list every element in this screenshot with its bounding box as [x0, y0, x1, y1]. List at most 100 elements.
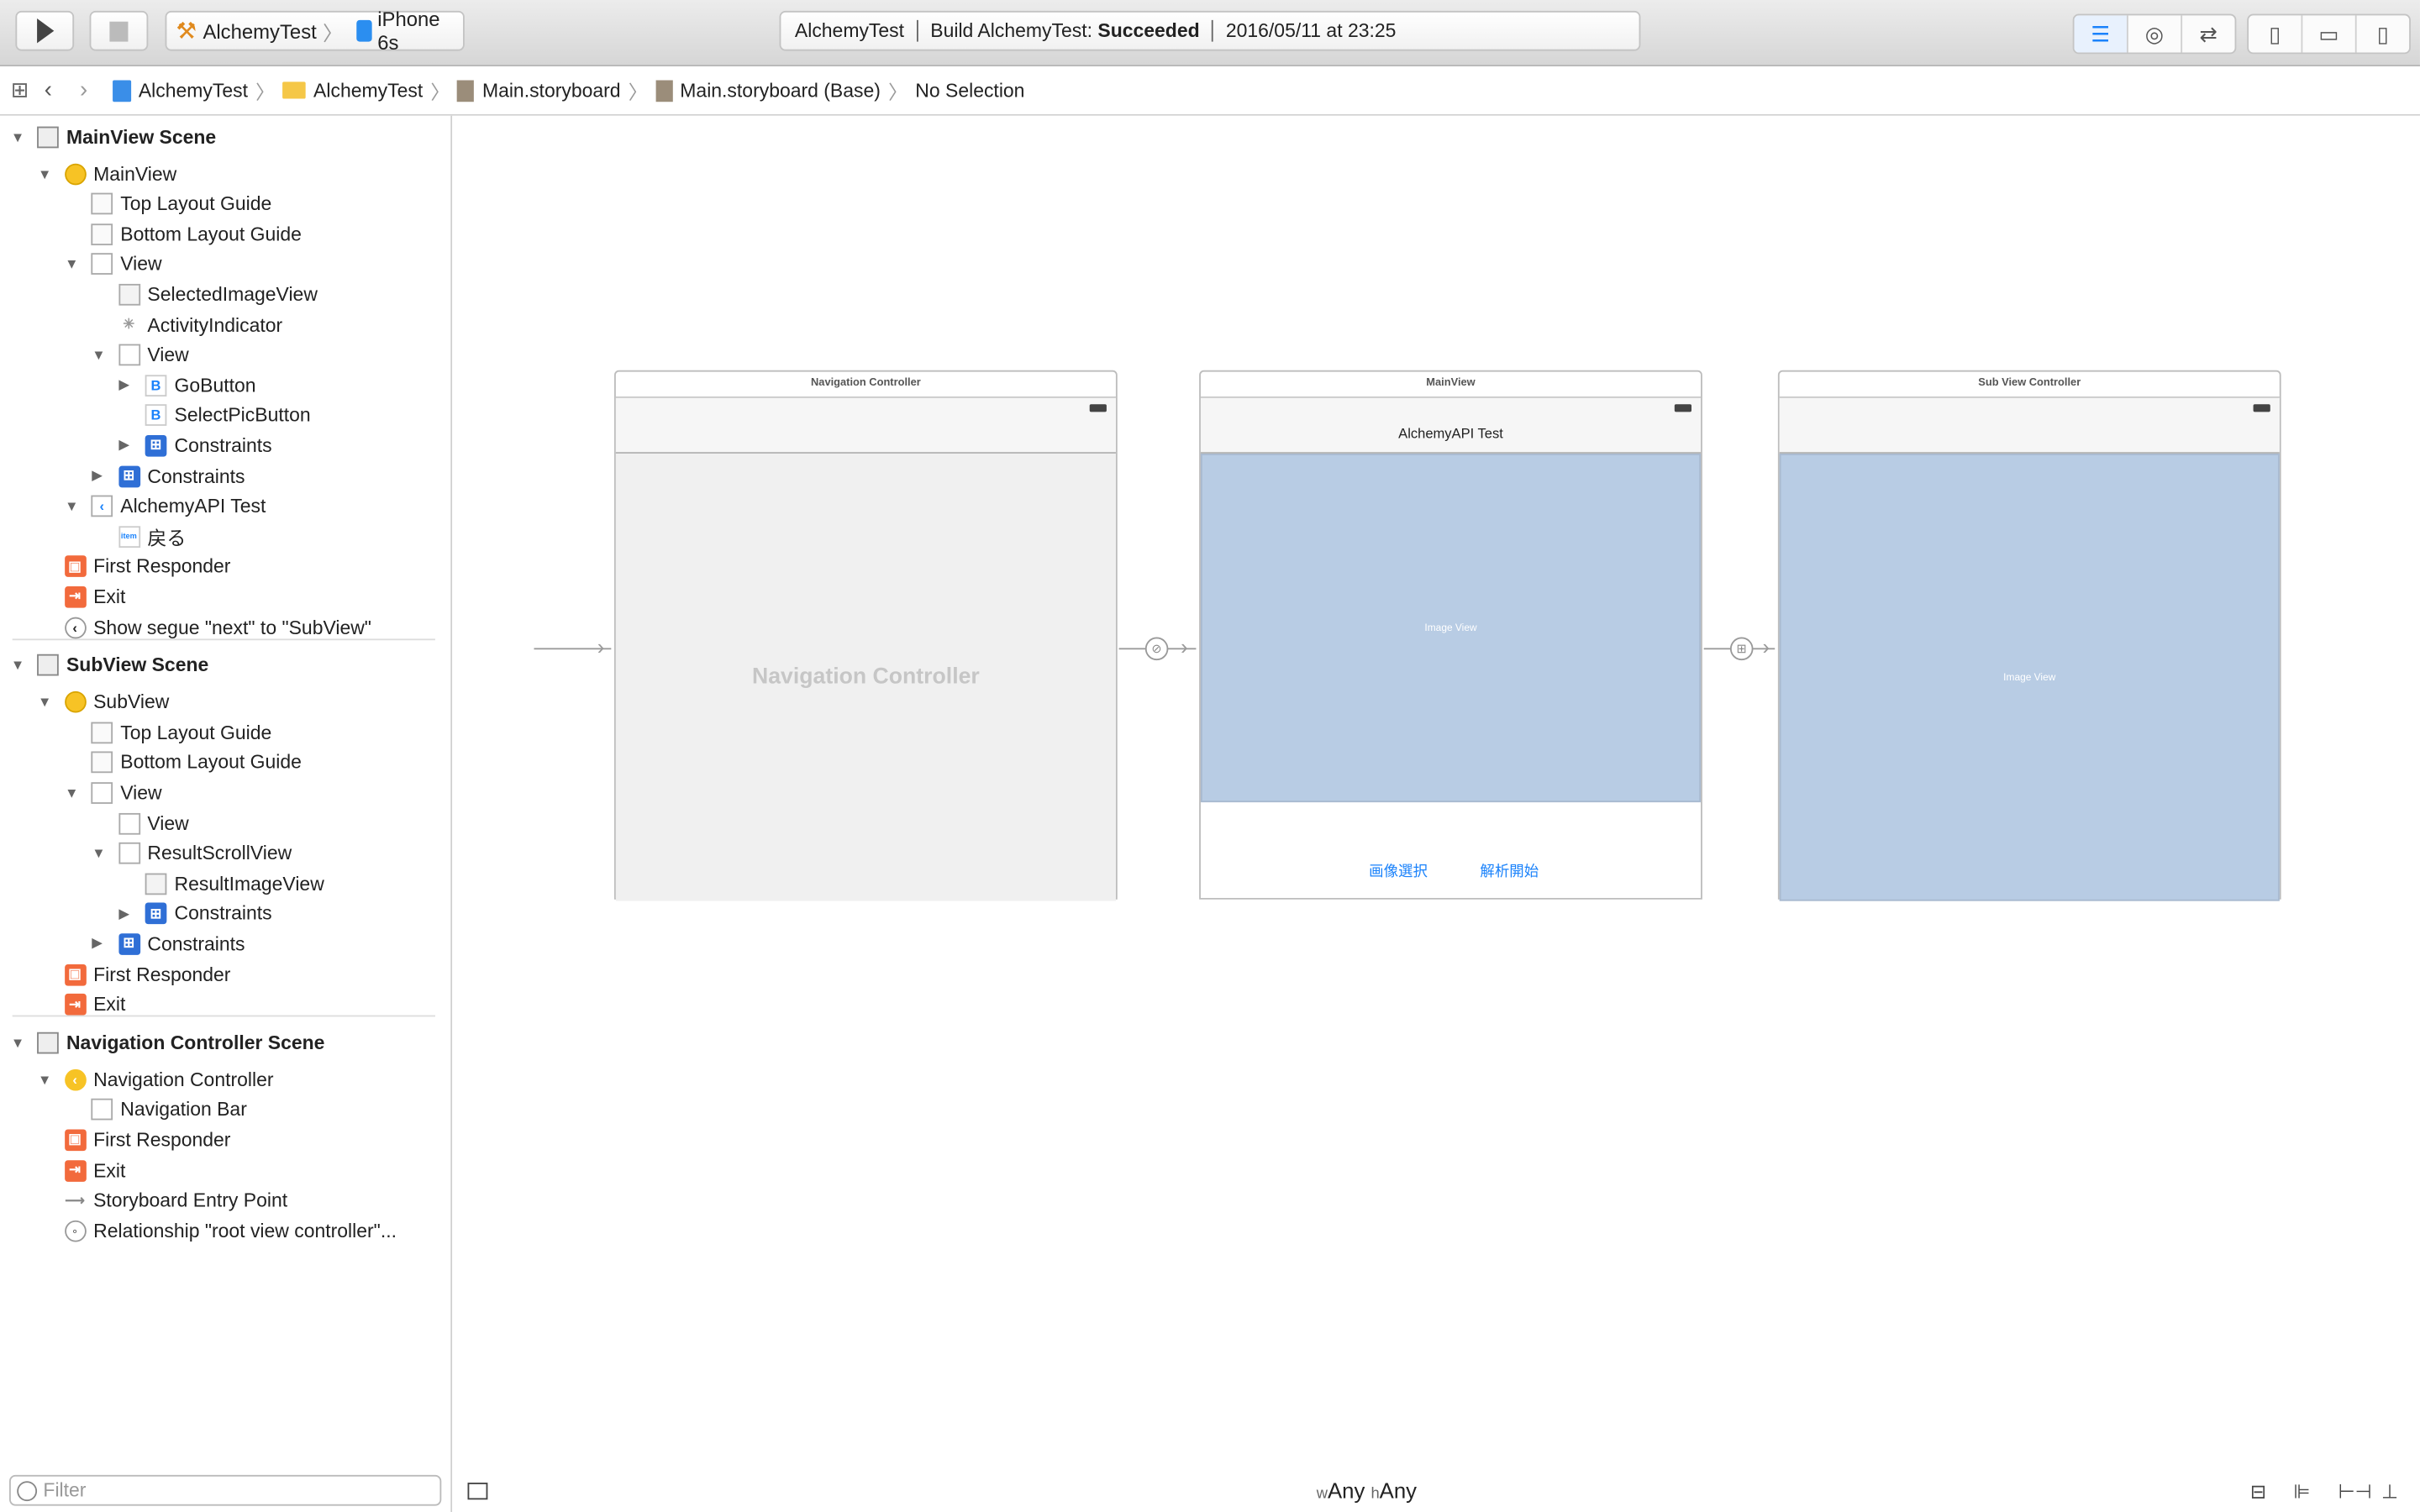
outline-item[interactable]: ▣ First Responder	[0, 1126, 448, 1155]
align-icon[interactable]: ⊫	[2293, 1478, 2310, 1502]
outline-item[interactable]: ▣ First Responder	[0, 552, 448, 581]
app-icon: ⚒	[176, 18, 197, 45]
scheme-selector[interactable]: ⚒ AlchemyTest 〉 iPhone 6s	[165, 8, 465, 54]
select-pic-button[interactable]: 画像選択	[1369, 859, 1428, 881]
breadcrumb-storyboard-base[interactable]: Main.storyboard (Base)	[655, 79, 881, 102]
outline-item[interactable]: ▼ ‹ Navigation Controller	[0, 1065, 448, 1095]
outline-item[interactable]: ▣ First Responder	[0, 959, 448, 989]
stop-button[interactable]	[89, 10, 149, 51]
outline-item-label: First Responder	[93, 1129, 231, 1151]
outline-item[interactable]: Navigation Bar	[0, 1095, 448, 1125]
outline-item[interactable]: ⇥ Exit	[0, 582, 448, 612]
folder-icon	[282, 81, 306, 99]
disclosure-collapsed-icon[interactable]: ▶	[92, 936, 103, 953]
chevron-right-icon: 〉	[430, 81, 450, 104]
size-class-control[interactable]: wAny hAny	[1317, 1478, 1417, 1503]
outline-scene[interactable]: ▼ SubView Scene	[0, 650, 448, 680]
outline-item[interactable]: ▶ ⊞ Constraints	[0, 461, 448, 491]
utilities-toggle-icon[interactable]: ▯	[2357, 15, 2409, 52]
outline-item-label: 戻る	[147, 528, 187, 550]
outline-item[interactable]: ✳ ActivityIndicator	[0, 310, 448, 339]
disclosure-expanded-icon[interactable]: ▼	[38, 1072, 51, 1087]
selected-image-view[interactable]: Image View	[1200, 453, 1702, 803]
breadcrumb-folder[interactable]: AlchemyTest	[282, 80, 423, 101]
outline-item[interactable]: SelectedImageView	[0, 280, 448, 309]
storyboard-canvas[interactable]: › Navigation Controller Navigation Contr…	[452, 115, 2420, 1512]
scene-divider	[12, 1015, 435, 1017]
outline-scene[interactable]: ▼ Navigation Controller Scene	[0, 1028, 448, 1058]
outline-item[interactable]: ▼ View	[0, 340, 448, 370]
outline-toggle-icon[interactable]	[467, 1482, 488, 1499]
outline-item[interactable]: View	[0, 808, 448, 837]
outline-item[interactable]: ▼ MainView	[0, 159, 448, 188]
pin-icon[interactable]: ⊢⊣	[2338, 1478, 2372, 1502]
button-icon: B	[145, 374, 167, 396]
assistant-editor-icon[interactable]: ◎	[2128, 15, 2183, 53]
outline-item[interactable]: B SelectPicButton	[0, 401, 448, 430]
breadcrumb-storyboard[interactable]: Main.storyboard	[457, 79, 621, 102]
filter-field[interactable]: Filter	[9, 1474, 442, 1506]
outline-item[interactable]: item 戻る	[0, 522, 448, 551]
breadcrumb-selection[interactable]: No Selection	[915, 80, 1024, 102]
debug-area-toggle-icon[interactable]: ▭	[2302, 15, 2357, 53]
entry-icon: ⟶	[65, 1192, 85, 1208]
result-image-view[interactable]: Image View	[1779, 453, 2280, 901]
disclosure-collapsed-icon[interactable]: ▶	[92, 468, 103, 485]
outline-item-label: View	[120, 782, 162, 804]
disclosure-expanded-icon[interactable]: ▼	[11, 658, 24, 673]
outline-item[interactable]: ▶ ⊞ Constraints	[0, 431, 448, 460]
outline-item[interactable]: Top Layout Guide	[0, 717, 448, 747]
outline-item[interactable]: Top Layout Guide	[0, 189, 448, 218]
related-items-icon[interactable]: ⊞	[11, 77, 29, 103]
outline-item[interactable]: ▶ B GoButton	[0, 370, 448, 400]
navigator-toggle-icon[interactable]: ▯	[2249, 15, 2303, 53]
outline-item[interactable]: ▼ ‹ AlchemyAPI Test	[0, 491, 448, 521]
outline-item[interactable]: ◦ Relationship "root view controller"...	[0, 1216, 448, 1246]
resolve-issues-icon[interactable]: ⊥	[2381, 1478, 2398, 1502]
disclosure-expanded-icon[interactable]: ▼	[38, 165, 51, 181]
breadcrumb-label: Main.storyboard	[481, 79, 621, 102]
relationship-icon: ◦	[64, 1220, 86, 1242]
outline-item[interactable]: ▼ ResultScrollView	[0, 838, 448, 868]
outline-item[interactable]: ▶ ⊞ Constraints	[0, 899, 448, 928]
filter-placeholder: Filter	[43, 1479, 87, 1502]
subview-scene[interactable]: Sub View Controller Image View	[1777, 370, 2281, 901]
disclosure-collapsed-icon[interactable]: ▶	[118, 438, 129, 454]
disclosure-expanded-icon[interactable]: ▼	[65, 498, 78, 513]
outline-item[interactable]: Bottom Layout Guide	[0, 219, 448, 249]
run-button[interactable]	[15, 10, 75, 51]
build-timestamp: 2016/05/11 at 23:25	[1225, 19, 1397, 42]
outline-item[interactable]: ▼ View	[0, 249, 448, 279]
disclosure-expanded-icon[interactable]: ▼	[65, 785, 78, 801]
panel-toggle-segment: ▯ ▭ ▯	[2247, 13, 2411, 55]
outline-item[interactable]: ResultImageView	[0, 869, 448, 898]
disclosure-expanded-icon[interactable]: ▼	[38, 695, 51, 710]
outline-item[interactable]: ▶ ⊞ Constraints	[0, 929, 448, 958]
disclosure-expanded-icon[interactable]: ▼	[92, 347, 105, 362]
disclosure-expanded-icon[interactable]: ▼	[11, 1035, 24, 1050]
constraints-icon: ⊞	[145, 434, 167, 457]
standard-editor-icon[interactable]: ☰	[2074, 15, 2128, 53]
outline-item[interactable]: ▼ SubView	[0, 687, 448, 717]
mainview-scene[interactable]: MainView AlchemyAPI Test Image View 画像選択…	[1199, 370, 1702, 900]
scene-icon	[37, 654, 59, 676]
disclosure-collapsed-icon[interactable]: ▶	[118, 906, 129, 922]
scene-title: MainView	[1200, 372, 1702, 398]
chevron-right-icon: 〉	[628, 81, 648, 104]
version-editor-icon[interactable]: ⇄	[2182, 15, 2234, 52]
outline-item[interactable]: ⟶ Storyboard Entry Point	[0, 1186, 448, 1215]
disclosure-expanded-icon[interactable]: ▼	[92, 846, 105, 861]
outline-item[interactable]: ▼ View	[0, 778, 448, 807]
outline-scene[interactable]: ▼ MainView Scene	[0, 122, 448, 151]
go-button[interactable]: 解析開始	[1480, 859, 1539, 881]
outline-item[interactable]: ⇥ Exit	[0, 1156, 448, 1185]
navigation-controller-scene[interactable]: Navigation Controller Navigation Control…	[614, 370, 1118, 901]
breadcrumb-project[interactable]: AlchemyTest	[112, 79, 248, 102]
outline-item[interactable]: Bottom Layout Guide	[0, 748, 448, 777]
stack-icon[interactable]: ⊟	[2250, 1478, 2266, 1502]
disclosure-expanded-icon[interactable]: ▼	[65, 256, 78, 271]
disclosure-collapsed-icon[interactable]: ▶	[118, 376, 129, 393]
forward-icon[interactable]: ›	[80, 77, 87, 103]
back-icon[interactable]: ‹	[45, 77, 52, 103]
disclosure-expanded-icon[interactable]: ▼	[11, 129, 24, 144]
